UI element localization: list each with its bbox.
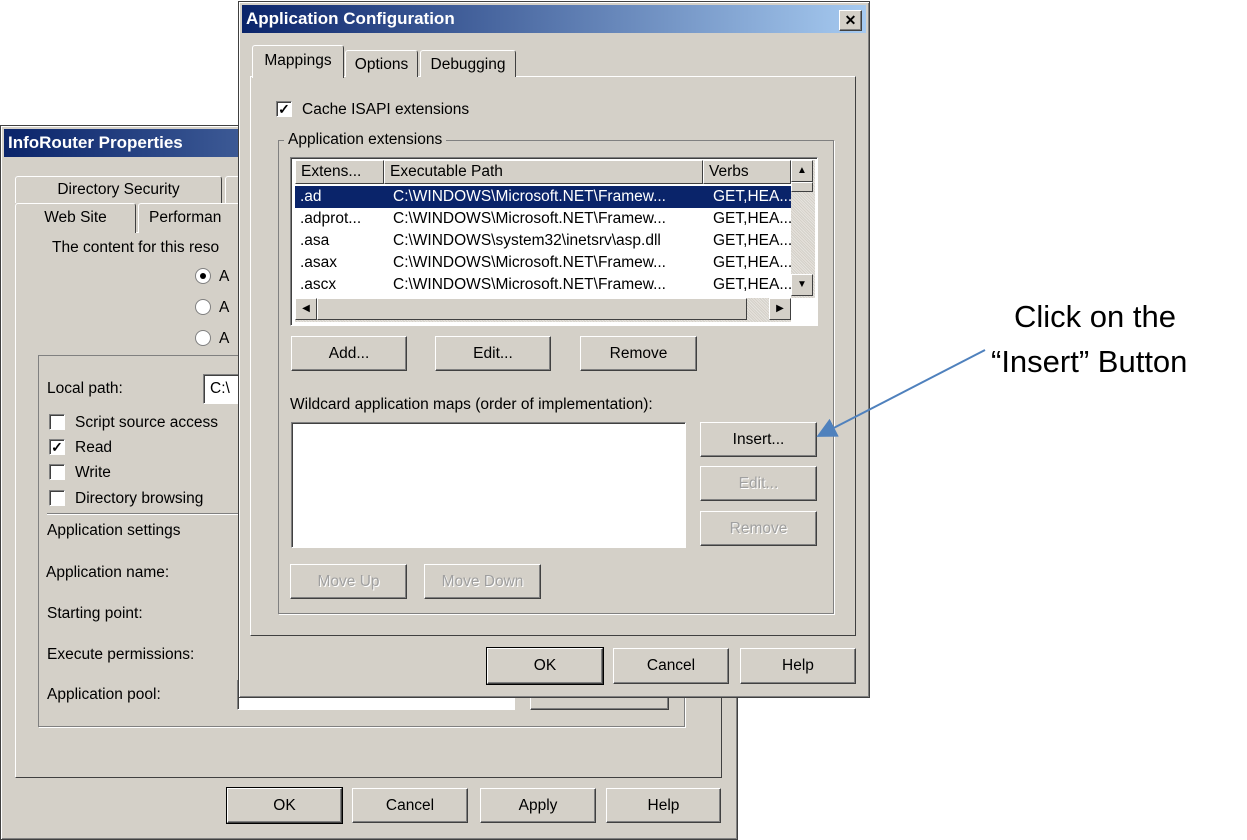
annotation-arrow-icon — [816, 349, 986, 437]
